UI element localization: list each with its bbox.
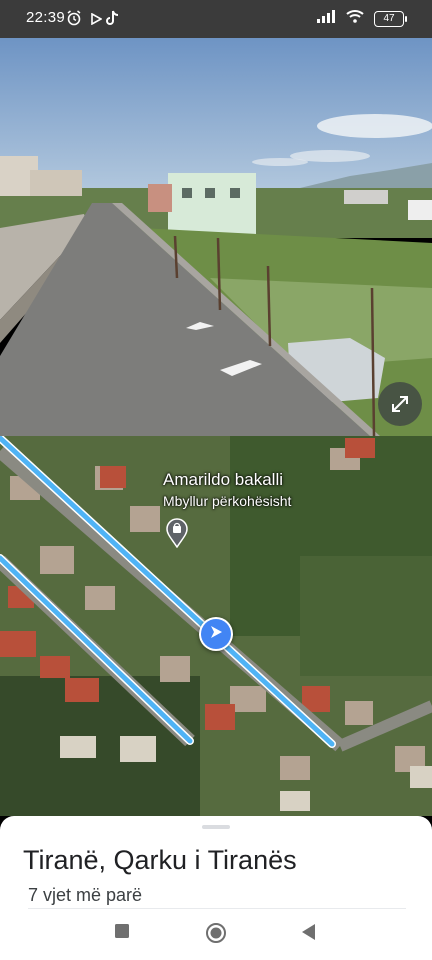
expand-button[interactable] bbox=[378, 382, 422, 426]
navigation-arrow-icon bbox=[208, 624, 224, 645]
place-name[interactable]: Amarildo bakalli bbox=[163, 470, 283, 490]
capture-date: 7 vjet më parë bbox=[28, 885, 143, 905]
home-button[interactable] bbox=[206, 923, 226, 948]
place-status: Mbyllur përkohësisht bbox=[163, 493, 292, 509]
status-bar: 22:39 47 bbox=[0, 0, 432, 38]
status-time: 22:39 bbox=[26, 9, 66, 26]
sheet-drag-handle[interactable] bbox=[202, 825, 230, 829]
play-icon bbox=[90, 12, 103, 30]
shopping-bag-pin-icon[interactable] bbox=[166, 518, 188, 553]
recents-button[interactable] bbox=[115, 924, 129, 943]
wifi-icon bbox=[346, 9, 364, 28]
street-view-panel[interactable] bbox=[0, 38, 432, 436]
location-title: Tiranë, Qarku i Tiranës bbox=[23, 845, 297, 875]
satellite-map[interactable]: Amarildo bakalli Mbyllur përkohësisht bbox=[0, 436, 432, 816]
system-nav-bar bbox=[0, 906, 432, 960]
signal-icon bbox=[316, 9, 336, 28]
back-button[interactable] bbox=[302, 924, 316, 945]
tiktok-icon bbox=[106, 10, 120, 31]
alarm-icon bbox=[66, 10, 82, 31]
battery-indicator: 47 bbox=[374, 10, 407, 27]
current-position-marker bbox=[199, 617, 233, 651]
expand-icon bbox=[389, 393, 411, 415]
